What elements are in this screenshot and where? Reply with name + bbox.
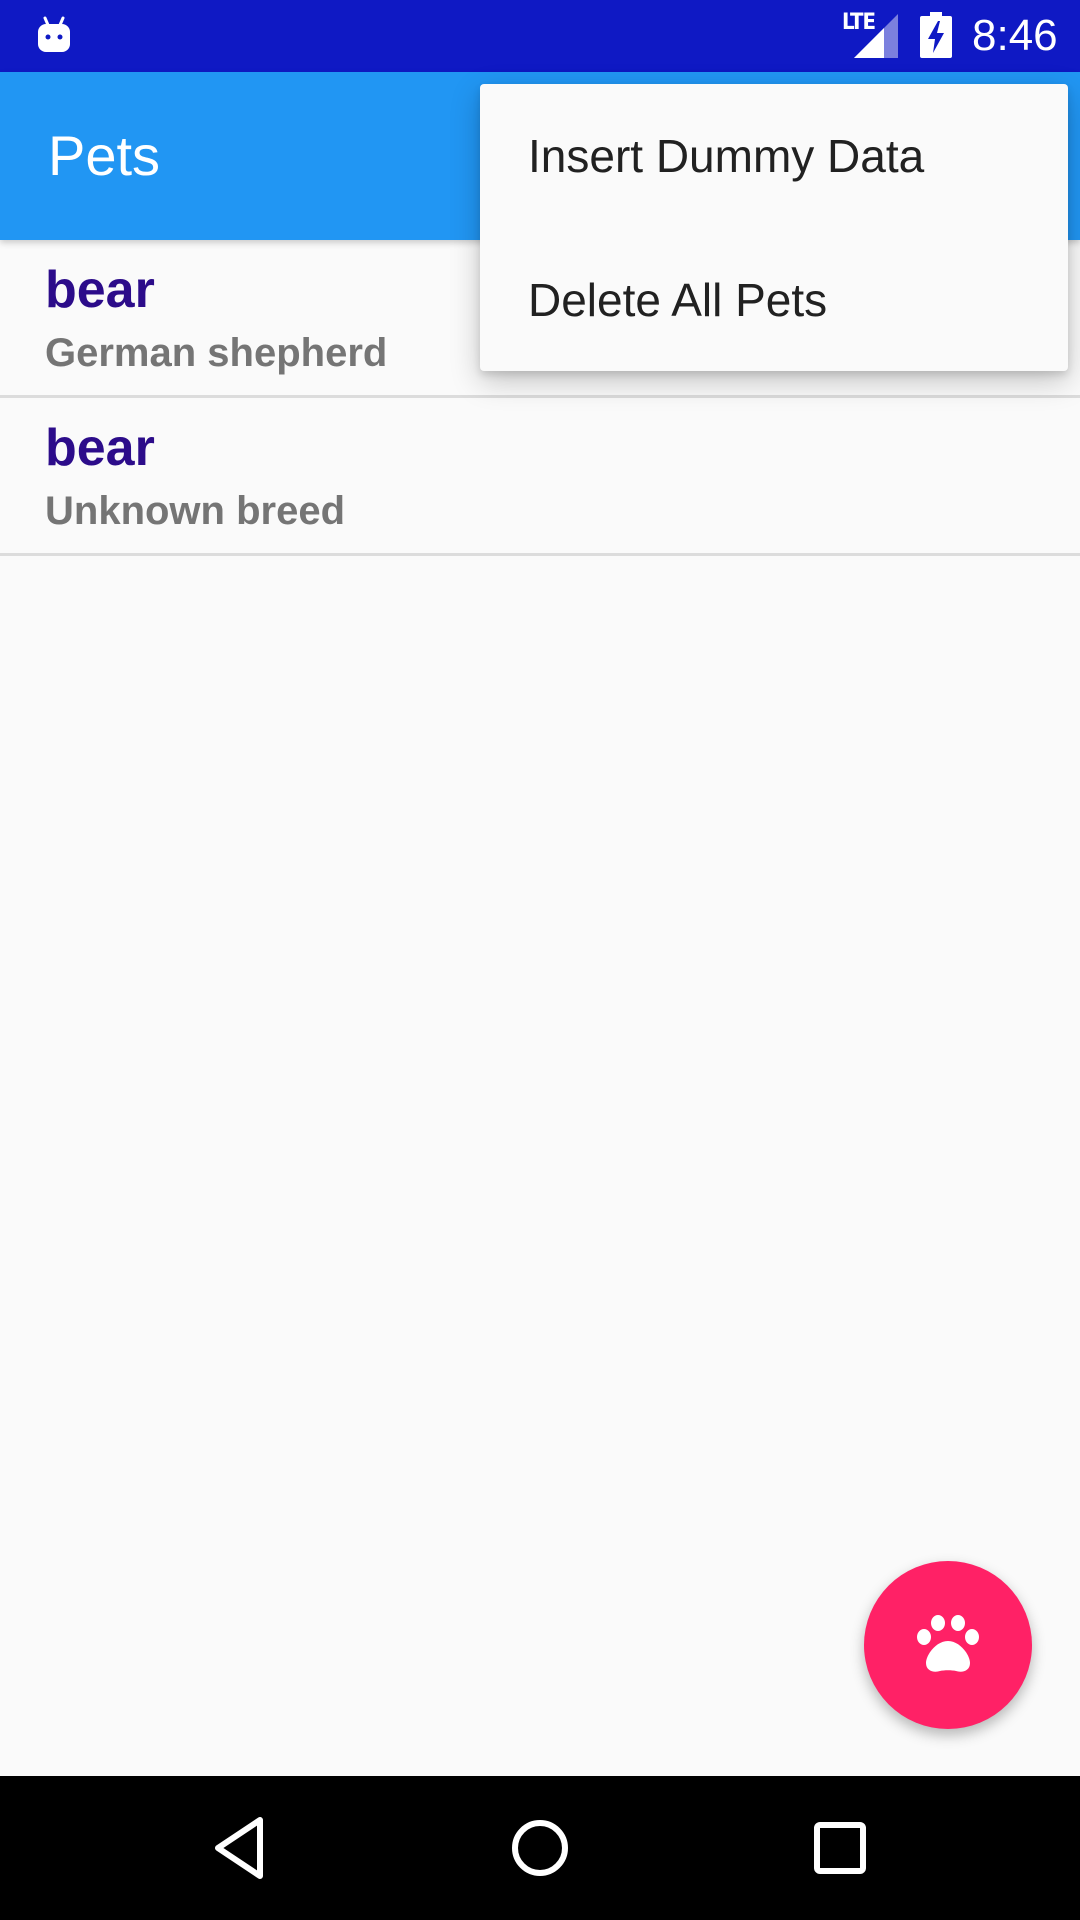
add-pet-fab-button[interactable] xyxy=(864,1561,1032,1729)
pet-breed: Unknown breed xyxy=(45,489,346,533)
menu-item-label: Delete All Pets xyxy=(528,274,828,326)
menu-item-insert-dummy-data[interactable]: Insert Dummy Data xyxy=(480,84,1068,228)
back-icon[interactable] xyxy=(204,1812,276,1884)
page-title: Pets xyxy=(48,124,161,187)
list-item[interactable]: bear Unknown breed xyxy=(0,398,1080,556)
overflow-menu: Insert Dummy Data Delete All Pets xyxy=(480,84,1068,371)
navigation-bar xyxy=(0,1776,1080,1920)
battery-charging-icon xyxy=(920,12,952,58)
android-debug-icon xyxy=(38,16,70,52)
signal-icon xyxy=(854,14,898,58)
recents-icon[interactable] xyxy=(804,1812,876,1884)
pet-name: bear xyxy=(45,261,155,319)
status-time: 8:46 xyxy=(972,11,1058,60)
menu-item-label: Insert Dummy Data xyxy=(528,130,925,182)
pet-name: bear xyxy=(45,419,155,477)
status-bar: LTE 8:46 xyxy=(0,0,1080,72)
home-icon[interactable] xyxy=(504,1812,576,1884)
menu-item-delete-all-pets[interactable]: Delete All Pets xyxy=(480,228,1068,372)
paw-icon xyxy=(917,1615,979,1672)
pet-breed: German shepherd xyxy=(45,331,388,375)
